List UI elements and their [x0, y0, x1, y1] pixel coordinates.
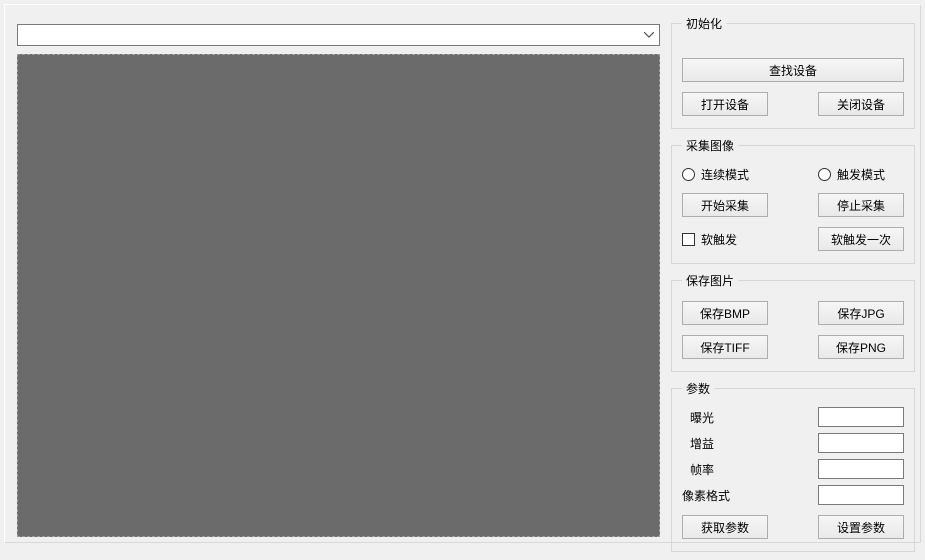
- exposure-input[interactable]: [818, 407, 904, 427]
- pixel-format-label: 像素格式: [682, 487, 770, 504]
- stop-capture-button[interactable]: 停止采集: [818, 193, 904, 217]
- framerate-input[interactable]: [818, 459, 904, 479]
- save-tiff-button[interactable]: 保存TIFF: [682, 335, 768, 359]
- soft-trigger-once-button[interactable]: 软触发一次: [818, 227, 904, 251]
- group-init-legend: 初始化: [682, 15, 726, 32]
- gain-label: 增益: [690, 435, 770, 452]
- chevron-down-icon: [642, 28, 656, 42]
- pixel-format-input[interactable]: [818, 485, 904, 505]
- framerate-label: 帧率: [690, 461, 770, 478]
- find-device-button[interactable]: 查找设备: [682, 58, 904, 82]
- group-save-legend: 保存图片: [682, 272, 738, 289]
- set-params-button[interactable]: 设置参数: [818, 515, 904, 539]
- soft-trigger-label: 软触发: [701, 231, 737, 248]
- open-device-button[interactable]: 打开设备: [682, 92, 768, 116]
- group-capture-legend: 采集图像: [682, 137, 738, 154]
- main-frame: 初始化 查找设备 打开设备 关闭设备 采集图像 连续模式 触发模式: [4, 4, 921, 543]
- exposure-label: 曝光: [690, 409, 770, 426]
- continuous-mode-radio[interactable]: 连续模式: [682, 166, 749, 183]
- trigger-mode-label: 触发模式: [837, 166, 885, 183]
- checkbox-icon: [682, 233, 695, 246]
- radio-icon: [682, 168, 695, 181]
- continuous-mode-label: 连续模式: [701, 166, 749, 183]
- soft-trigger-checkbox[interactable]: 软触发: [682, 231, 737, 248]
- group-params: 参数 曝光 增益 帧率 像素格式 获取参数 设置参数: [671, 380, 915, 552]
- start-capture-button[interactable]: 开始采集: [682, 193, 768, 217]
- close-device-button[interactable]: 关闭设备: [818, 92, 904, 116]
- trigger-mode-radio[interactable]: 触发模式: [818, 166, 904, 183]
- side-panel: 初始化 查找设备 打开设备 关闭设备 采集图像 连续模式 触发模式: [671, 15, 915, 560]
- save-png-button[interactable]: 保存PNG: [818, 335, 904, 359]
- image-preview-area: [17, 54, 660, 537]
- radio-icon: [818, 168, 831, 181]
- gain-input[interactable]: [818, 433, 904, 453]
- save-jpg-button[interactable]: 保存JPG: [818, 301, 904, 325]
- group-params-legend: 参数: [682, 380, 714, 397]
- device-dropdown[interactable]: [17, 24, 660, 46]
- group-save: 保存图片 保存BMP 保存JPG 保存TIFF 保存PNG: [671, 272, 915, 372]
- save-bmp-button[interactable]: 保存BMP: [682, 301, 768, 325]
- get-params-button[interactable]: 获取参数: [682, 515, 768, 539]
- group-capture: 采集图像 连续模式 触发模式 开始采集 停止采集 软触发: [671, 137, 915, 264]
- group-init: 初始化 查找设备 打开设备 关闭设备: [671, 15, 915, 129]
